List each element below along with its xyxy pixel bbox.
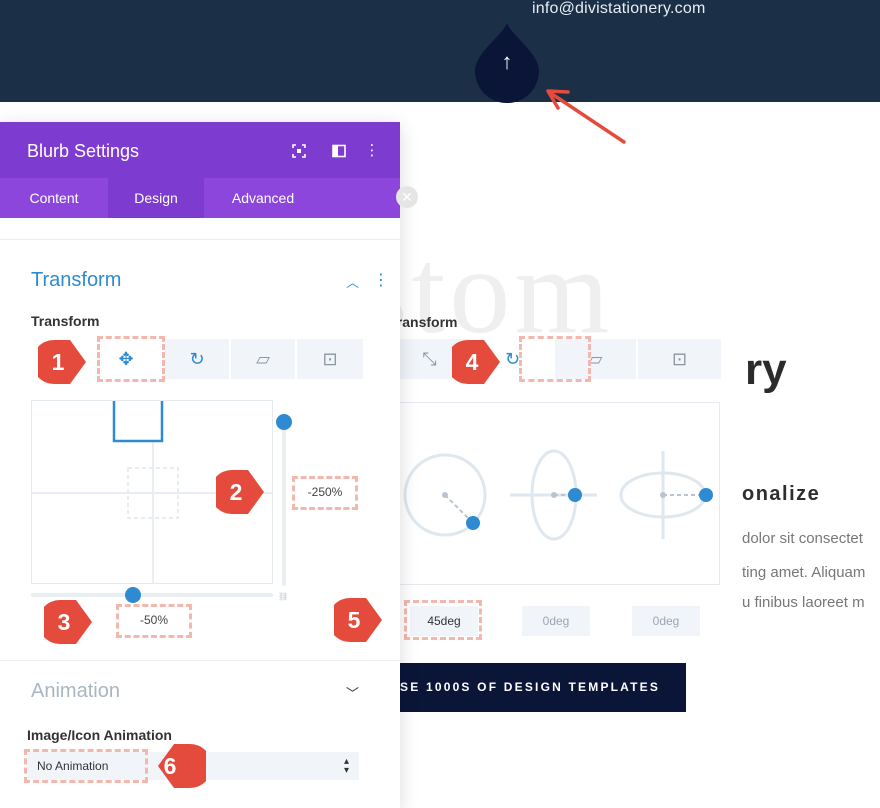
skew-icon: ▱ — [256, 348, 270, 369]
vertical-slider-handle[interactable] — [276, 414, 292, 430]
rotate-highlight — [519, 336, 591, 382]
paragraph-line: ting amet. Aliquam — [742, 564, 866, 581]
close-icon[interactable]: ✕ — [396, 186, 418, 208]
translate-x-highlight — [116, 604, 192, 638]
origin-icon: ⊡ — [322, 348, 338, 369]
rotate-y-input[interactable]: 0deg — [522, 606, 590, 636]
animation-section-title[interactable]: Animation — [31, 680, 120, 703]
horizontal-slider-track[interactable] — [31, 593, 273, 597]
rotate-tab-button[interactable]: ↻ — [165, 339, 231, 379]
rotate-z-input[interactable]: 0deg — [632, 606, 700, 636]
scale-icon: ⤡ — [422, 348, 437, 369]
pointer-arrow-icon — [546, 89, 626, 144]
select-arrows-icon: ▴ ▾ — [343, 756, 349, 776]
rotate-dials — [403, 449, 713, 541]
transform-label: Transform — [31, 313, 100, 329]
divider — [0, 660, 400, 661]
split-view-icon[interactable] — [328, 140, 350, 162]
paragraph-line: dolor sit consectet — [742, 530, 863, 547]
vertical-slider-track[interactable] — [282, 416, 286, 586]
image-icon-animation-label: Image/Icon Animation — [27, 727, 172, 743]
callout-badge-2: 2 — [216, 468, 272, 516]
callout-badge-3: 3 — [44, 598, 100, 646]
callout-badge-5: 5 — [334, 596, 390, 644]
skew-tab-button[interactable]: ▱ — [231, 339, 297, 379]
section-heading-partial: onalize — [742, 483, 821, 505]
back-to-top-button[interactable]: ↑ — [473, 23, 541, 103]
transform-section-title[interactable]: Transform — [31, 269, 121, 292]
arrow-up-icon: ↑ — [501, 49, 513, 74]
callout-badge-6: 6 — [150, 742, 206, 790]
hero-subheading-partial: ry — [745, 345, 787, 394]
fullscreen-icon[interactable] — [288, 140, 310, 162]
origin-icon: ⊡ — [671, 348, 688, 369]
site-header — [0, 0, 880, 102]
cta-button[interactable]: SE 1000S OF DESIGN TEMPLATES — [396, 663, 686, 712]
tab-advanced[interactable]: Advanced — [204, 178, 322, 218]
paragraph-line: u finibus laoreet m — [742, 594, 865, 611]
panel-title: Blurb Settings — [27, 141, 140, 161]
chevron-down-icon[interactable]: ﹀ — [346, 683, 359, 702]
callout-badge-4: 4 — [452, 338, 508, 386]
rotate-preview — [389, 402, 720, 585]
blurb-settings-panel: Blurb Settings ⋮ Content Design Advanced… — [0, 122, 400, 808]
animation-select-highlight — [24, 749, 148, 783]
translate-y-highlight — [292, 476, 358, 510]
more-vertical-icon[interactable]: ⋮ — [361, 140, 383, 162]
panel-tabs: Content Design Advanced — [0, 178, 400, 218]
chevron-up-icon[interactable]: ︿ — [346, 272, 359, 291]
tab-content[interactable]: Content — [0, 178, 108, 218]
link-icon[interactable]: ⛓ — [278, 592, 288, 601]
header-email[interactable]: info@divistationery.com — [532, 0, 706, 18]
more-vertical-icon[interactable]: ⋮ — [373, 270, 389, 290]
rotate-x-highlight — [404, 600, 482, 640]
divider — [0, 239, 400, 240]
panel-header: Blurb Settings ⋮ — [0, 122, 400, 178]
tab-design[interactable]: Design — [108, 178, 204, 218]
rotate-icon: ↻ — [189, 348, 205, 369]
horizontal-slider-handle[interactable] — [125, 587, 141, 603]
origin-tab-button[interactable]: ⊡ — [297, 339, 363, 379]
callout-badge-1: 1 — [38, 338, 94, 386]
translate-highlight — [97, 336, 165, 382]
origin-tab-button[interactable]: ⊡ — [638, 339, 721, 379]
